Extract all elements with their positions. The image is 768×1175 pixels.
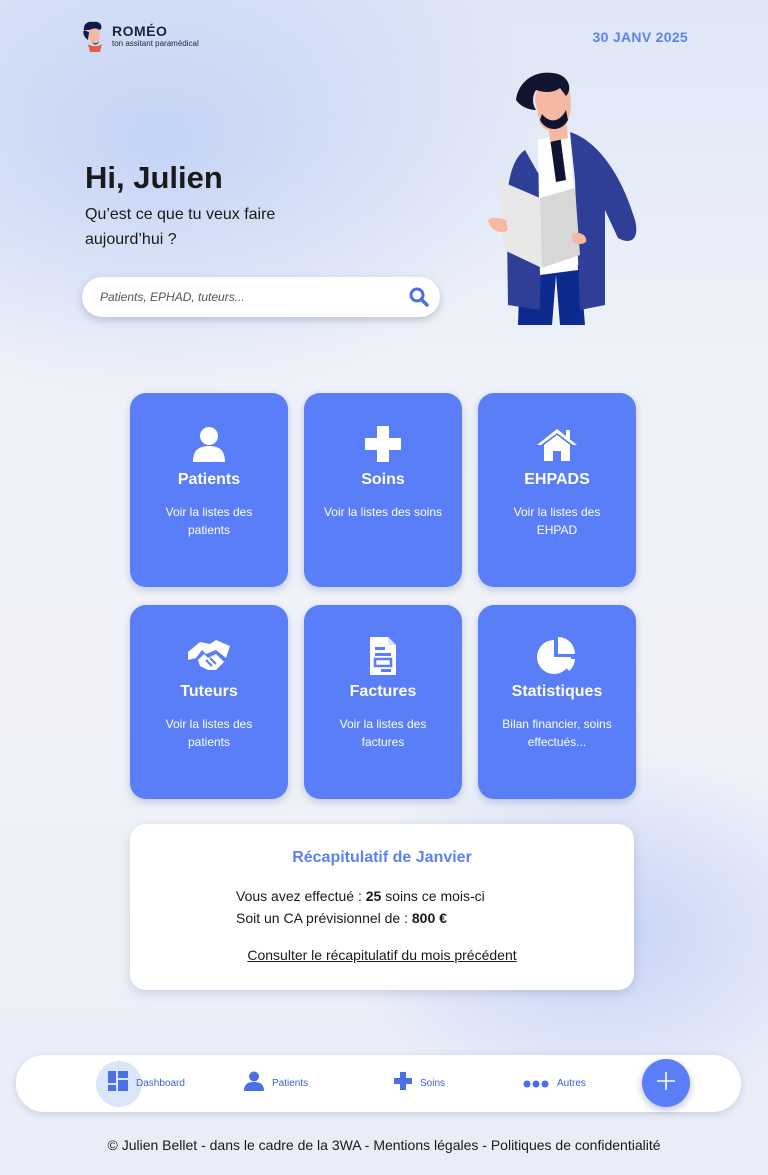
user-icon bbox=[244, 1071, 264, 1096]
card-tuteurs[interactable]: Tuteurs Voir la listes des patients bbox=[130, 605, 288, 799]
recap-title: Récapitulatif de Janvier bbox=[292, 849, 472, 866]
recap-ca-prefix: Soit un CA prévisionnel de : bbox=[236, 910, 408, 926]
card-title: Factures bbox=[349, 683, 417, 700]
previous-month-recap-link[interactable]: Consulter le récapitulatif du mois précé… bbox=[247, 947, 516, 963]
invoice-icon bbox=[304, 637, 462, 675]
nav-label: Dashboard bbox=[136, 1078, 185, 1089]
bottom-nav: Dashboard Patients Soins Autres bbox=[16, 1055, 741, 1112]
recap-ca-value: 800 € bbox=[411, 910, 447, 926]
recap-card: Récapitulatif de Janvier Vous avez effec… bbox=[130, 824, 634, 990]
more-icon bbox=[523, 1075, 549, 1093]
brand-tagline: ton assitant paramédical bbox=[112, 39, 199, 48]
card-soins[interactable]: Soins Voir la listes des soins bbox=[304, 393, 462, 587]
romeo-logo-icon bbox=[80, 20, 108, 52]
card-patients[interactable]: Patients Voir la listes des patients bbox=[130, 393, 288, 587]
greeting-section: Hi, Julien Qu’est ce que tu veux faire a… bbox=[85, 160, 325, 252]
card-title: EHPADS bbox=[524, 471, 590, 488]
nav-label: Patients bbox=[272, 1078, 309, 1089]
brand-name: ROMÉO bbox=[112, 23, 168, 39]
current-date: 30 JANV 2025 bbox=[592, 29, 688, 45]
plus-icon bbox=[394, 1072, 412, 1095]
card-description: Voir la listes des soins bbox=[323, 505, 443, 519]
user-icon bbox=[130, 425, 288, 463]
recap-soins-line: Vous avez effectué : 25 soins ce mois-ci bbox=[236, 885, 634, 907]
legal-notice-link[interactable]: Mentions légales bbox=[373, 1137, 478, 1153]
add-button[interactable] bbox=[642, 1059, 690, 1107]
nav-label: Autres bbox=[557, 1078, 586, 1089]
privacy-policy-link[interactable]: Politiques de confidentialité bbox=[491, 1137, 661, 1153]
home-icon bbox=[478, 425, 636, 463]
recap-soins-suffix: soins ce mois-ci bbox=[385, 888, 485, 904]
dashboard-icon bbox=[108, 1071, 128, 1096]
card-ehpads[interactable]: EHPADS Voir la listes des EHPAD bbox=[478, 393, 636, 587]
nav-autres[interactable]: Autres bbox=[523, 1055, 586, 1112]
card-description: Voir la listes des patients bbox=[165, 717, 253, 749]
card-description: Voir la listes des factures bbox=[339, 717, 427, 749]
recap-details: Vous avez effectué : 25 soins ce mois-ci… bbox=[236, 885, 634, 929]
menu-grid: Patients Voir la listes des patients Soi… bbox=[130, 393, 636, 799]
footer-separator: - bbox=[482, 1137, 491, 1153]
greeting-title: Hi, Julien bbox=[85, 160, 223, 195]
handshake-icon bbox=[130, 637, 288, 675]
card-title: Tuteurs bbox=[180, 683, 238, 700]
footer: © Julien Bellet - dans le cadre de la 3W… bbox=[0, 1137, 768, 1153]
card-description: Bilan financier, soins effectués... bbox=[502, 717, 612, 749]
card-title: Statistiques bbox=[511, 683, 603, 700]
recap-soins-count: 25 bbox=[365, 888, 382, 904]
card-statistiques[interactable]: Statistiques Bilan financier, soins effe… bbox=[478, 605, 636, 799]
nav-dashboard[interactable]: Dashboard bbox=[108, 1055, 185, 1112]
card-factures[interactable]: Factures Voir la listes des factures bbox=[304, 605, 462, 799]
add-icon bbox=[656, 1071, 676, 1096]
nav-patients[interactable]: Patients bbox=[244, 1055, 308, 1112]
search-icon[interactable] bbox=[408, 286, 430, 308]
card-description: Voir la listes des EHPAD bbox=[513, 505, 601, 537]
greeting-question: Qu’est ce que tu veux faire aujourd’hui … bbox=[85, 206, 276, 248]
footer-copyright: © Julien Bellet - dans le cadre de la 3W… bbox=[107, 1137, 361, 1153]
card-title: Patients bbox=[177, 471, 241, 488]
nav-label: Soins bbox=[420, 1078, 446, 1089]
search-bar[interactable] bbox=[82, 277, 440, 317]
brand-logo[interactable]: ROMÉO ton assitant paramédical bbox=[80, 20, 199, 52]
doctor-illustration bbox=[480, 70, 650, 328]
recap-ca-line: Soit un CA prévisionnel de : 800 € bbox=[236, 907, 634, 929]
search-input[interactable] bbox=[100, 290, 408, 304]
card-description: Voir la listes des patients bbox=[165, 505, 253, 537]
nav-soins[interactable]: Soins bbox=[394, 1055, 445, 1112]
card-title: Soins bbox=[361, 471, 405, 488]
pie-chart-icon bbox=[478, 637, 636, 675]
recap-soins-prefix: Vous avez effectué : bbox=[236, 888, 362, 904]
plus-icon bbox=[304, 425, 462, 463]
